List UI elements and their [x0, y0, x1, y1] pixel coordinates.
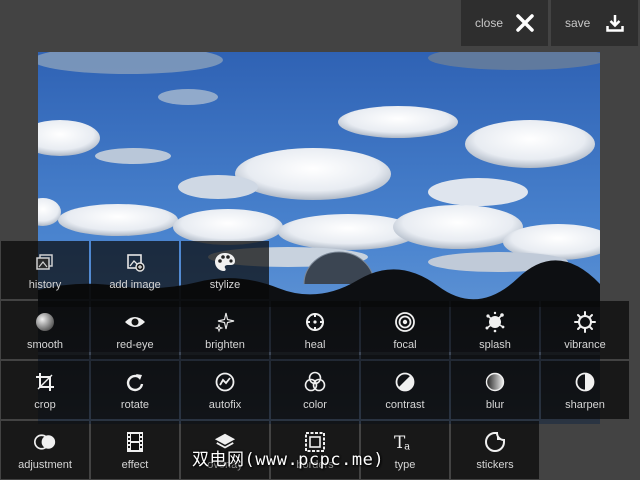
tool-label: stickers: [476, 459, 514, 471]
film-icon: [124, 431, 146, 453]
tool-label: blur: [485, 399, 505, 411]
tool-label: history: [28, 279, 62, 291]
splash-icon: [484, 311, 506, 333]
download-icon: [606, 14, 624, 32]
heal-icon: [304, 311, 326, 333]
adjustment-icon: [34, 431, 56, 453]
autofix-icon: [214, 371, 236, 393]
history-icon: [34, 251, 56, 273]
type-icon: Ta: [394, 431, 416, 453]
tool-label: add image: [109, 279, 161, 291]
save-label: save: [565, 16, 591, 30]
tool-heal[interactable]: heal: [271, 301, 359, 359]
palette-icon: [214, 251, 236, 273]
tool-label: heal: [304, 339, 326, 351]
rotate-icon: [124, 371, 146, 393]
close-button[interactable]: close: [461, 0, 548, 46]
tool-brighten[interactable]: brighten: [181, 301, 269, 359]
save-button[interactable]: save: [551, 0, 638, 46]
tool-focal[interactable]: focal: [361, 301, 449, 359]
tool-smooth[interactable]: smooth: [1, 301, 89, 359]
tool-label: type: [394, 459, 416, 471]
tool-label: red-eye: [116, 339, 154, 351]
tool-label: effect: [121, 459, 149, 471]
close-icon: [516, 14, 534, 32]
vibrance-icon: [574, 311, 596, 333]
tool-red-eye[interactable]: red-eye: [91, 301, 179, 359]
tool-label: smooth: [26, 339, 64, 351]
sticker-icon: [484, 431, 506, 453]
tool-label: rotate: [120, 399, 150, 411]
tool-label: vibrance: [564, 339, 606, 351]
tool-color[interactable]: color: [271, 361, 359, 419]
eye-icon: [124, 311, 146, 333]
tool-stickers[interactable]: stickers: [451, 421, 539, 479]
tool-label: brighten: [205, 339, 245, 351]
contrast-icon: [394, 371, 416, 393]
tool-label: sharpen: [565, 399, 605, 411]
tool-autofix[interactable]: autofix: [181, 361, 269, 419]
close-label: close: [475, 16, 504, 30]
crop-icon: [34, 371, 56, 393]
tool-label: splash: [479, 339, 511, 351]
tool-label: adjustment: [18, 459, 72, 471]
smooth-icon: [34, 311, 56, 333]
sharpen-icon: [574, 371, 596, 393]
tool-splash[interactable]: splash: [451, 301, 539, 359]
watermark-text: 双电网(www.pcpc.me): [192, 450, 385, 470]
tool-label: focal: [393, 339, 417, 351]
tool-stylize[interactable]: stylize: [181, 241, 269, 299]
tool-effect[interactable]: effect: [91, 421, 179, 479]
tool-label: color: [303, 399, 327, 411]
tool-history[interactable]: history: [1, 241, 89, 299]
tool-adjustment[interactable]: adjustment: [1, 421, 89, 479]
tool-blur[interactable]: blur: [451, 361, 539, 419]
sparkle-icon: [214, 311, 236, 333]
tool-contrast[interactable]: contrast: [361, 361, 449, 419]
tool-crop[interactable]: crop: [1, 361, 89, 419]
focal-icon: [394, 311, 416, 333]
tool-vibrance[interactable]: vibrance: [541, 301, 629, 359]
blur-icon: [484, 371, 506, 393]
tool-add-image[interactable]: add image: [91, 241, 179, 299]
svg-text:a: a: [404, 442, 410, 453]
tool-label: autofix: [208, 399, 242, 411]
tool-label: stylize: [209, 279, 241, 291]
color-icon: [304, 371, 326, 393]
tool-rotate[interactable]: rotate: [91, 361, 179, 419]
add-image-icon: [124, 251, 146, 273]
tool-label: contrast: [385, 399, 425, 411]
tool-label: crop: [34, 399, 56, 411]
tool-sharpen[interactable]: sharpen: [541, 361, 629, 419]
